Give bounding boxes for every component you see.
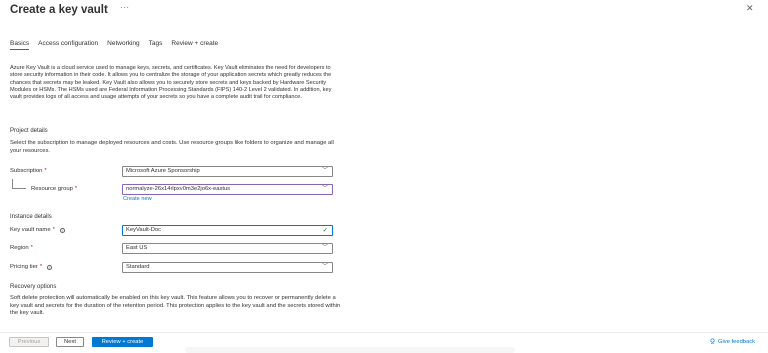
instance-details-heading: Instance details xyxy=(10,214,52,220)
required-marker: * xyxy=(74,186,78,192)
tab-tags[interactable]: Tags xyxy=(149,40,163,50)
intro-description: Azure Key Vault is a cloud service used … xyxy=(10,65,332,101)
tab-review-create[interactable]: Review + create xyxy=(171,40,218,50)
close-icon[interactable]: ✕ xyxy=(746,3,754,14)
project-details-heading: Project details xyxy=(10,128,48,134)
subscription-label: Subscription * xyxy=(10,168,47,174)
chevron-down-icon: ﹀ xyxy=(321,186,328,192)
key-vault-name-label: Key vault name * i xyxy=(10,227,65,233)
tab-bar: Basics Access configuration Networking T… xyxy=(10,40,227,50)
chevron-down-icon: ﹀ xyxy=(321,264,328,270)
required-marker: * xyxy=(39,264,43,270)
key-vault-name-input[interactable]: KeyVault-Doc ✓ xyxy=(122,225,333,236)
required-marker: * xyxy=(52,227,55,233)
checkmark-icon: ✓ xyxy=(322,227,328,234)
previous-button[interactable]: Previous xyxy=(9,337,49,347)
pricing-tier-label: Pricing tier * i xyxy=(10,264,53,270)
region-label: Region * xyxy=(10,245,33,251)
resource-group-select[interactable]: normalyze-26x14rlpxv0m3e2jo6x-eastus ﹀ xyxy=(122,184,333,195)
create-new-link[interactable]: Create new xyxy=(123,196,152,202)
tab-access-configuration[interactable]: Access configuration xyxy=(38,40,98,50)
recovery-options-text: Soft delete protection will automaticall… xyxy=(10,295,341,316)
resource-group-label: Resource group * xyxy=(31,186,78,192)
tab-basics[interactable]: Basics xyxy=(10,40,30,50)
info-icon[interactable]: i xyxy=(47,264,53,270)
required-marker: * xyxy=(44,168,47,174)
more-options-icon[interactable]: ··· xyxy=(120,3,130,12)
taskbar-shadow xyxy=(185,347,515,353)
chevron-down-icon: ﹀ xyxy=(321,168,328,174)
tree-connector xyxy=(12,179,13,188)
feedback-icon xyxy=(710,338,716,346)
region-select[interactable]: East US ﹀ xyxy=(122,243,333,254)
project-details-text: Select the subscription to manage deploy… xyxy=(10,140,334,154)
subscription-select[interactable]: Microsoft Azure Sponsorship ﹀ xyxy=(122,166,333,177)
recovery-options-heading: Recovery options xyxy=(10,284,57,290)
tab-networking[interactable]: Networking xyxy=(107,40,140,50)
next-button[interactable]: Next xyxy=(56,337,84,347)
page-title: Create a key vault xyxy=(10,4,108,16)
footer-divider xyxy=(0,332,768,333)
give-feedback-link[interactable]: Give feedback xyxy=(710,338,755,346)
chevron-down-icon: ﹀ xyxy=(321,245,328,251)
info-icon[interactable]: i xyxy=(59,227,65,233)
required-marker: * xyxy=(30,245,33,251)
tree-connector xyxy=(12,188,26,189)
review-create-button[interactable]: Review + create xyxy=(92,337,153,347)
pricing-tier-select[interactable]: Standard ﹀ xyxy=(122,262,333,273)
